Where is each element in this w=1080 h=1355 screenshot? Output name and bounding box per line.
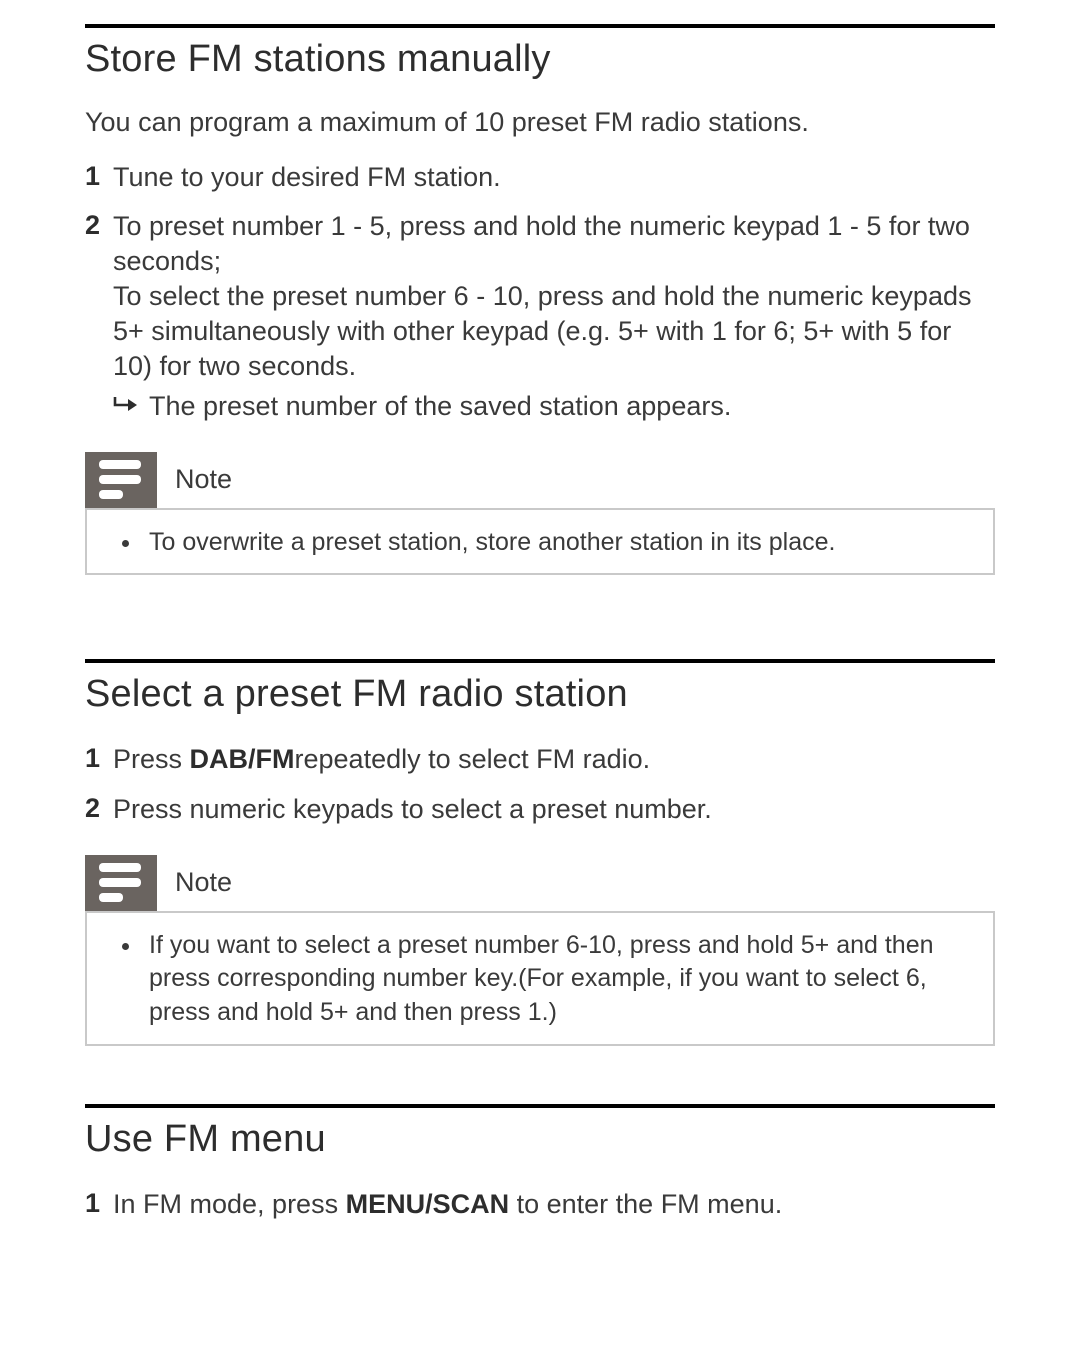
section-divider	[85, 1104, 995, 1108]
section-divider	[85, 659, 995, 663]
step-text-bold: MENU/SCAN	[346, 1189, 510, 1219]
step-item: 2 Press numeric keypads to select a pres…	[85, 792, 995, 827]
step-text: In FM mode, press MENU/SCAN to enter the…	[113, 1187, 995, 1222]
note-label: Note	[175, 464, 232, 495]
steps-list-fm-menu: 1 In FM mode, press MENU/SCAN to enter t…	[85, 1187, 995, 1222]
note-block: Note If you want to select a preset numb…	[85, 855, 995, 1046]
note-icon	[85, 452, 157, 508]
section-title-select-preset: Select a preset FM radio station	[85, 673, 995, 716]
step-item: 1 Press DAB/FMrepeatedly to select FM ra…	[85, 742, 995, 777]
step-text-segment: to enter the FM menu.	[509, 1189, 782, 1219]
note-box: To overwrite a preset station, store ano…	[85, 508, 995, 576]
step-number: 2	[85, 792, 113, 826]
result-arrow-icon	[113, 389, 149, 424]
step-item: 2 To preset number 1 - 5, press and hold…	[85, 209, 995, 424]
step-text-segment: In FM mode, press	[113, 1189, 346, 1219]
note-label: Note	[175, 867, 232, 898]
section-divider	[85, 24, 995, 28]
note-icon	[85, 855, 157, 911]
step-text-line: To preset number 1 - 5, press and hold t…	[113, 211, 970, 276]
section-title-fm-menu: Use FM menu	[85, 1118, 995, 1161]
section-title-store-fm: Store FM stations manually	[85, 38, 995, 81]
intro-text: You can program a maximum of 10 preset F…	[85, 107, 995, 138]
steps-list-store-fm: 1 Tune to your desired FM station. 2 To …	[85, 160, 995, 424]
step-text: Press numeric keypads to select a preset…	[113, 792, 995, 827]
note-block: Note To overwrite a preset station, stor…	[85, 452, 995, 576]
step-number: 1	[85, 1187, 113, 1221]
step-number: 1	[85, 742, 113, 776]
note-header: Note	[85, 452, 995, 508]
manual-page: Store FM stations manually You can progr…	[0, 24, 1080, 1296]
step-text: To preset number 1 - 5, press and hold t…	[113, 209, 995, 424]
note-box: If you want to select a preset number 6-…	[85, 911, 995, 1046]
step-number: 1	[85, 160, 113, 194]
step-text: Press DAB/FMrepeatedly to select FM radi…	[113, 742, 995, 777]
step-text-bold: DAB/FM	[190, 744, 295, 774]
note-item: If you want to select a preset number 6-…	[143, 929, 979, 1030]
step-number: 2	[85, 209, 113, 243]
step-text-segment: repeatedly to select FM radio.	[295, 744, 651, 774]
note-header: Note	[85, 855, 995, 911]
result-text: The preset number of the saved station a…	[149, 389, 995, 424]
step-item: 1 Tune to your desired FM station.	[85, 160, 995, 195]
steps-list-select-preset: 1 Press DAB/FMrepeatedly to select FM ra…	[85, 742, 995, 826]
step-text: Tune to your desired FM station.	[113, 160, 995, 195]
result-line: The preset number of the saved station a…	[113, 389, 995, 424]
step-text-line: To select the preset number 6 - 10, pres…	[113, 281, 971, 381]
step-text-segment: Press	[113, 744, 190, 774]
step-item: 1 In FM mode, press MENU/SCAN to enter t…	[85, 1187, 995, 1222]
note-item: To overwrite a preset station, store ano…	[143, 526, 979, 560]
